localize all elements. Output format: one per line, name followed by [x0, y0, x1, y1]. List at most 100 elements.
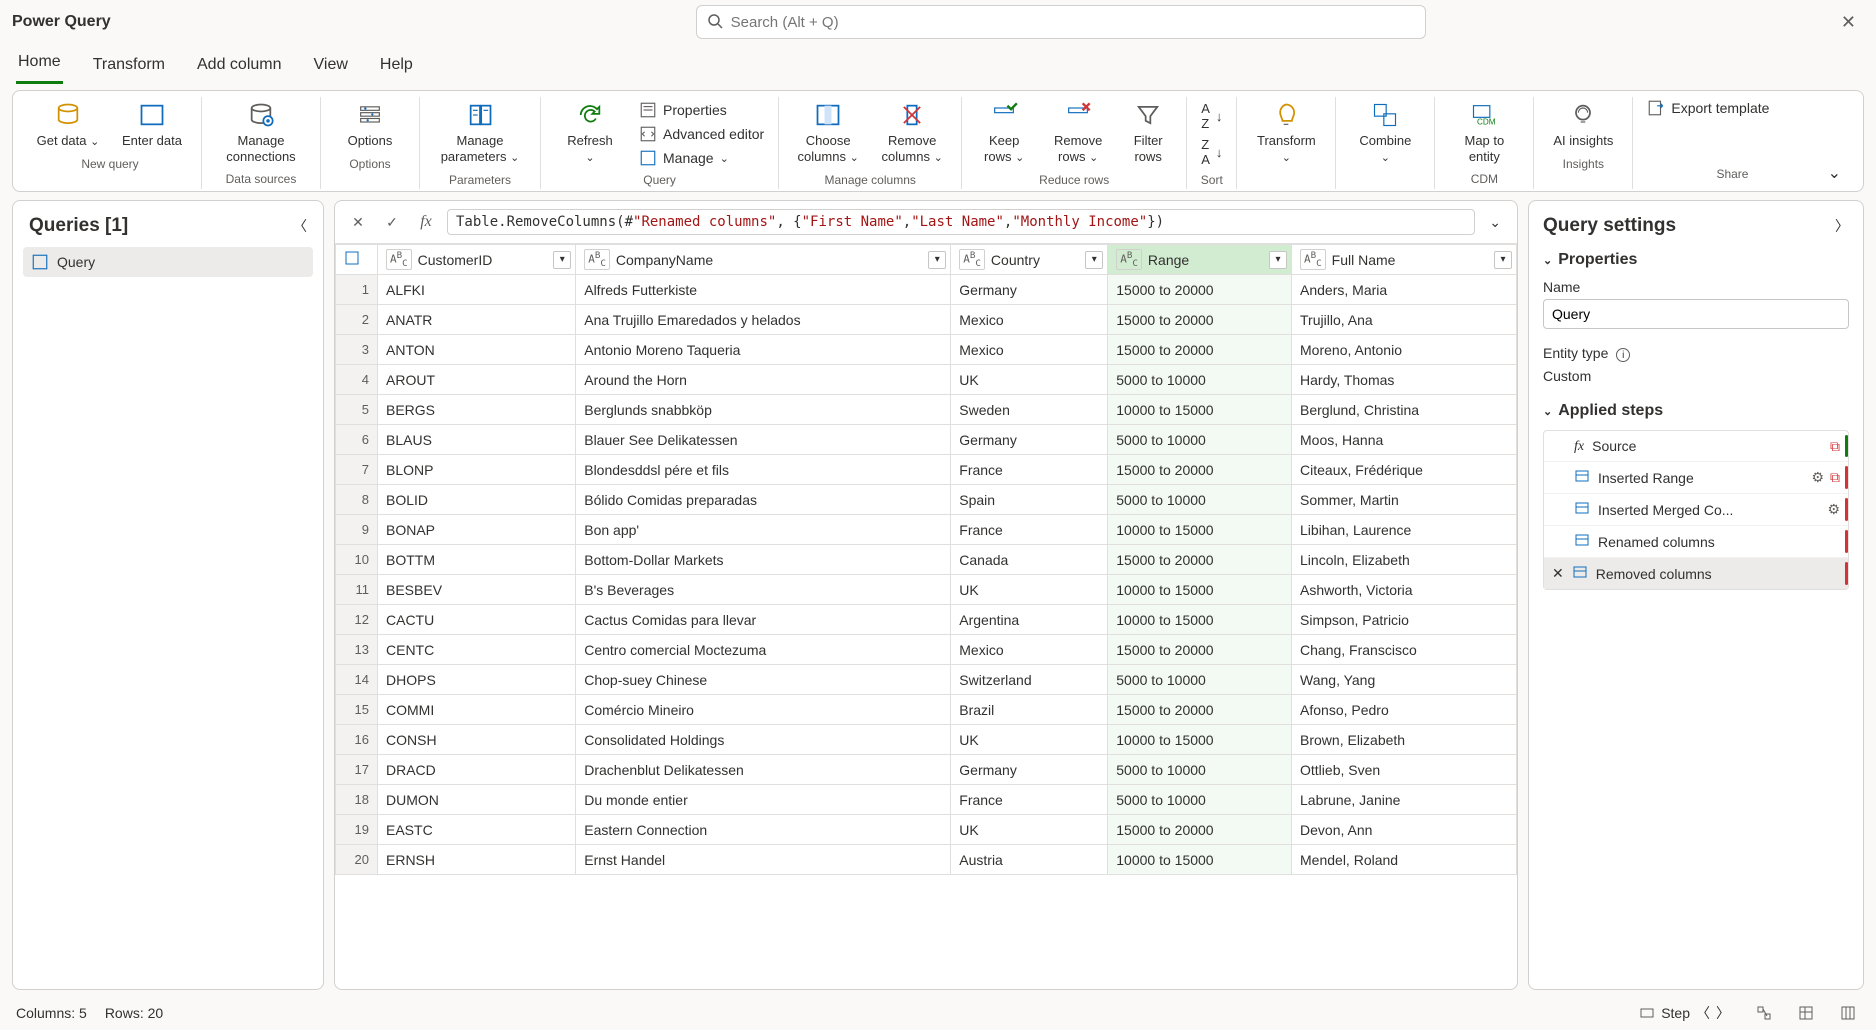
cell[interactable]: Consolidated Holdings — [576, 725, 951, 755]
search-input[interactable] — [731, 14, 1415, 31]
cell[interactable]: France — [951, 515, 1108, 545]
row-number[interactable]: 19 — [336, 815, 378, 845]
row-number[interactable]: 15 — [336, 695, 378, 725]
table-row[interactable]: 2ANATRAna Trujillo Emaredados y heladosM… — [336, 305, 1517, 335]
cell[interactable]: Cactus Comidas para llevar — [576, 605, 951, 635]
table-row[interactable]: 6BLAUSBlauer See DelikatessenGermany5000… — [336, 425, 1517, 455]
queries-collapse-button[interactable]: 〈 — [293, 216, 307, 236]
get-data-button[interactable]: Get data ⌄ — [29, 97, 107, 153]
table-row[interactable]: 13CENTCCentro comercial MoctezumaMexico1… — [336, 635, 1517, 665]
combine-button[interactable]: Combine⌄ — [1346, 97, 1424, 169]
applied-steps-section[interactable]: ⌄Applied steps — [1543, 396, 1849, 426]
row-number[interactable]: 13 — [336, 635, 378, 665]
cell[interactable]: Canada — [951, 545, 1108, 575]
cell[interactable]: Chang, Franscisco — [1292, 635, 1517, 665]
filter-rows-button[interactable]: Filter rows — [1120, 97, 1176, 168]
cell[interactable]: 10000 to 15000 — [1108, 575, 1292, 605]
table-row[interactable]: 19EASTCEastern ConnectionUK15000 to 2000… — [336, 815, 1517, 845]
cell[interactable]: Lincoln, Elizabeth — [1292, 545, 1517, 575]
select-all-cell[interactable] — [336, 245, 378, 275]
cell[interactable]: Ana Trujillo Emaredados y helados — [576, 305, 951, 335]
cell[interactable]: Blondesddsl pére et fils — [576, 455, 951, 485]
cell[interactable]: Berglund, Christina — [1292, 395, 1517, 425]
cell[interactable]: Bólido Comidas preparadas — [576, 485, 951, 515]
formula-expand-button[interactable]: ⌄ — [1483, 214, 1507, 231]
column-filter-button[interactable]: ▾ — [928, 251, 946, 269]
cell[interactable]: BERGS — [378, 395, 576, 425]
cell[interactable]: 5000 to 10000 — [1108, 755, 1292, 785]
row-number[interactable]: 1 — [336, 275, 378, 305]
cell[interactable]: Germany — [951, 755, 1108, 785]
keep-rows-button[interactable]: Keep rows ⌄ — [972, 97, 1036, 169]
table-row[interactable]: 7BLONPBlondesddsl pére et filsFrance1500… — [336, 455, 1517, 485]
cell[interactable]: Moreno, Antonio — [1292, 335, 1517, 365]
row-number[interactable]: 4 — [336, 365, 378, 395]
data-grid[interactable]: ABCCustomerID▾ABCCompanyName▾ABCCountry▾… — [335, 244, 1517, 875]
grid-view-button[interactable] — [1794, 1003, 1818, 1023]
cell[interactable]: Germany — [951, 275, 1108, 305]
table-row[interactable]: 17DRACDDrachenblut DelikatessenGermany50… — [336, 755, 1517, 785]
diagram-view-button[interactable] — [1752, 1003, 1776, 1023]
cell[interactable]: Sommer, Martin — [1292, 485, 1517, 515]
row-number[interactable]: 3 — [336, 335, 378, 365]
transform-button[interactable]: Transform⌄ — [1247, 97, 1325, 169]
cell[interactable]: BOLID — [378, 485, 576, 515]
cell[interactable]: Chop-suey Chinese — [576, 665, 951, 695]
link-icon[interactable]: ⧉ — [1830, 438, 1840, 455]
cell[interactable]: Germany — [951, 425, 1108, 455]
tab-home[interactable]: Home — [16, 47, 63, 84]
table-row[interactable]: 18DUMONDu monde entierFrance5000 to 1000… — [336, 785, 1517, 815]
column-header-range[interactable]: ABCRange▾ — [1108, 245, 1292, 275]
cell[interactable]: BLAUS — [378, 425, 576, 455]
applied-step[interactable]: fxSource⧉ — [1544, 431, 1848, 462]
cell[interactable]: Ernst Handel — [576, 845, 951, 875]
manage-parameters-button[interactable]: Manage parameters ⌄ — [430, 97, 530, 169]
row-number[interactable]: 18 — [336, 785, 378, 815]
cell[interactable]: Citeaux, Frédérique — [1292, 455, 1517, 485]
cell[interactable]: 10000 to 15000 — [1108, 845, 1292, 875]
cell[interactable]: BONAP — [378, 515, 576, 545]
cell[interactable]: 5000 to 10000 — [1108, 365, 1292, 395]
cell[interactable]: 15000 to 20000 — [1108, 305, 1292, 335]
table-row[interactable]: 16CONSHConsolidated HoldingsUK10000 to 1… — [336, 725, 1517, 755]
map-to-entity-button[interactable]: CDM Map to entity — [1445, 97, 1523, 168]
cell[interactable]: EASTC — [378, 815, 576, 845]
row-number[interactable]: 16 — [336, 725, 378, 755]
table-row[interactable]: 14DHOPSChop-suey ChineseSwitzerland5000 … — [336, 665, 1517, 695]
table-row[interactable]: 20ERNSHErnst HandelAustria10000 to 15000… — [336, 845, 1517, 875]
cell[interactable]: Mendel, Roland — [1292, 845, 1517, 875]
remove-rows-button[interactable]: Remove rows ⌄ — [1042, 97, 1114, 169]
cell[interactable]: Libihan, Laurence — [1292, 515, 1517, 545]
cell[interactable]: Brown, Elizabeth — [1292, 725, 1517, 755]
cell[interactable]: ALFKI — [378, 275, 576, 305]
table-row[interactable]: 9BONAPBon app'France10000 to 15000Libiha… — [336, 515, 1517, 545]
cell[interactable]: 10000 to 15000 — [1108, 725, 1292, 755]
table-row[interactable]: 4AROUTAround the HornUK5000 to 10000Hard… — [336, 365, 1517, 395]
cell[interactable]: Argentina — [951, 605, 1108, 635]
cell[interactable]: DRACD — [378, 755, 576, 785]
cell[interactable]: DUMON — [378, 785, 576, 815]
cell[interactable]: Alfreds Futterkiste — [576, 275, 951, 305]
applied-step[interactable]: Renamed columns — [1544, 526, 1848, 558]
cell[interactable]: 15000 to 20000 — [1108, 695, 1292, 725]
search-box[interactable] — [696, 5, 1426, 39]
cell[interactable]: BESBEV — [378, 575, 576, 605]
column-filter-button[interactable]: ▾ — [553, 251, 571, 269]
table-row[interactable]: 15COMMIComércio MineiroBrazil15000 to 20… — [336, 695, 1517, 725]
cell[interactable]: 15000 to 20000 — [1108, 545, 1292, 575]
cell[interactable]: UK — [951, 815, 1108, 845]
row-number[interactable]: 10 — [336, 545, 378, 575]
cell[interactable]: UK — [951, 575, 1108, 605]
cell[interactable]: Simpson, Patricio — [1292, 605, 1517, 635]
cell[interactable]: 10000 to 15000 — [1108, 515, 1292, 545]
cell[interactable]: Wang, Yang — [1292, 665, 1517, 695]
table-row[interactable]: 10BOTTMBottom-Dollar MarketsCanada15000 … — [336, 545, 1517, 575]
cell[interactable]: 15000 to 20000 — [1108, 335, 1292, 365]
advanced-editor-button[interactable]: Advanced editor — [635, 123, 768, 145]
cell[interactable]: Sweden — [951, 395, 1108, 425]
column-filter-button[interactable]: ▾ — [1269, 251, 1287, 269]
row-number[interactable]: 2 — [336, 305, 378, 335]
cell[interactable]: Bottom-Dollar Markets — [576, 545, 951, 575]
column-header-companyname[interactable]: ABCCompanyName▾ — [576, 245, 951, 275]
cell[interactable]: Mexico — [951, 635, 1108, 665]
